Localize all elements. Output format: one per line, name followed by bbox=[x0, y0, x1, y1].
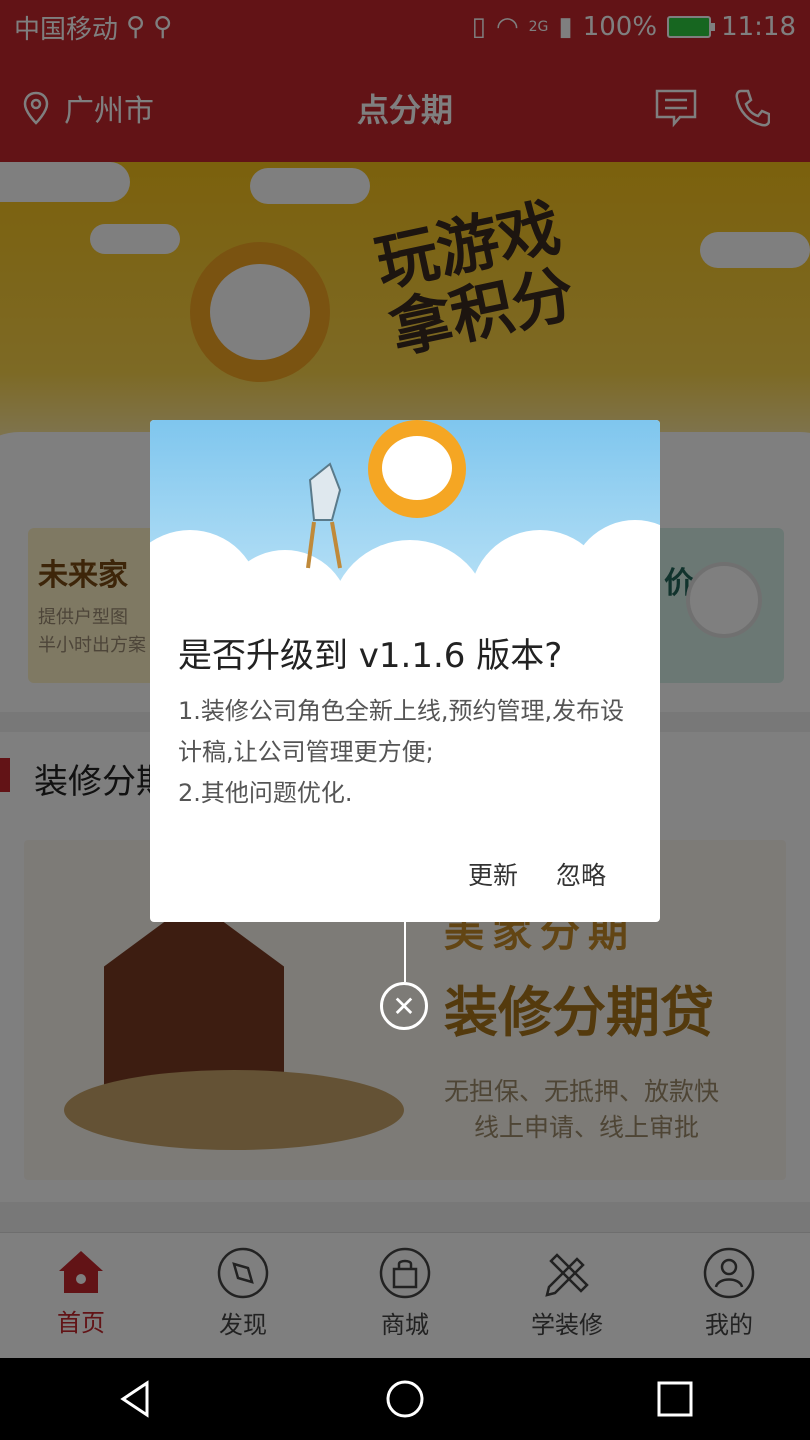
close-connector-line bbox=[404, 922, 406, 982]
dialog-illustration bbox=[150, 420, 660, 620]
dialog-title: 是否升级到 v1.1.6 版本? bbox=[178, 636, 563, 676]
close-icon[interactable]: ✕ bbox=[380, 982, 428, 1030]
home-circle-icon[interactable] bbox=[385, 1379, 425, 1419]
sculpture-icon bbox=[306, 462, 342, 569]
ignore-button[interactable]: 忽略 bbox=[556, 856, 606, 892]
mascot-illustration bbox=[368, 420, 466, 518]
system-nav-bar bbox=[0, 1358, 810, 1440]
upgrade-dialog: 是否升级到 v1.1.6 版本? 1.装修公司角色全新上线,预约管理,发布设计稿… bbox=[150, 420, 660, 922]
back-icon[interactable] bbox=[115, 1379, 155, 1419]
dialog-body-line: 2.其他问题优化. bbox=[178, 779, 353, 807]
dialog-body-line: 1.装修公司角色全新上线,预约管理,发布设计稿,让公司管理更方便; bbox=[178, 697, 625, 766]
cloud-shape bbox=[570, 520, 660, 620]
update-button[interactable]: 更新 bbox=[468, 856, 518, 892]
recents-icon[interactable] bbox=[655, 1379, 695, 1419]
